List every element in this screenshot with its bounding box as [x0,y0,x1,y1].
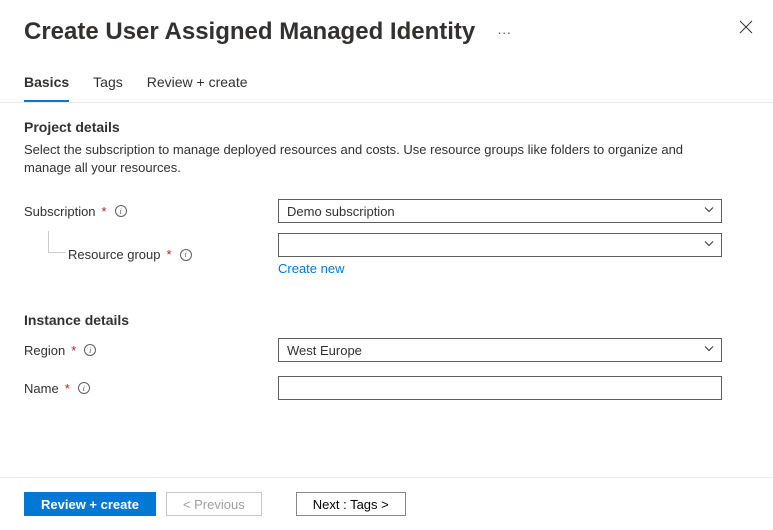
region-select[interactable]: West Europe [278,338,722,362]
instance-details-heading: Instance details [24,312,749,328]
tab-basics[interactable]: Basics [24,74,69,102]
info-icon[interactable]: i [180,249,192,261]
required-marker: * [102,204,107,219]
required-marker: * [167,247,172,262]
name-label: Name [24,381,59,396]
tab-tags[interactable]: Tags [93,74,123,102]
subscription-label: Subscription [24,204,96,219]
required-marker: * [71,343,76,358]
close-icon [739,22,753,37]
chevron-down-icon [703,204,715,219]
subscription-select[interactable]: Demo subscription [278,199,722,223]
required-marker: * [65,381,70,396]
close-button[interactable] [739,20,755,36]
subscription-value: Demo subscription [287,204,395,219]
info-icon[interactable]: i [115,205,127,217]
next-button[interactable]: Next : Tags > [296,492,406,516]
footer-bar: Review + create < Previous Next : Tags > [0,477,773,530]
region-label: Region [24,343,65,358]
tree-connector [48,231,66,253]
chevron-down-icon [703,343,715,358]
info-icon[interactable]: i [84,344,96,356]
tab-bar: Basics Tags Review + create [0,46,773,103]
region-value: West Europe [287,343,362,358]
more-actions-button[interactable]: ··· [493,20,515,44]
info-icon[interactable]: i [78,382,90,394]
create-new-link[interactable]: Create new [278,261,344,276]
project-details-description: Select the subscription to manage deploy… [24,141,704,177]
project-details-heading: Project details [24,119,749,135]
resource-group-label: Resource group [68,247,161,262]
resource-group-select[interactable] [278,233,722,257]
tab-review[interactable]: Review + create [147,74,248,102]
review-create-button[interactable]: Review + create [24,492,156,516]
name-input[interactable] [278,376,722,400]
page-title: Create User Assigned Managed Identity [24,18,475,46]
previous-button[interactable]: < Previous [166,492,262,516]
chevron-down-icon [703,238,715,253]
